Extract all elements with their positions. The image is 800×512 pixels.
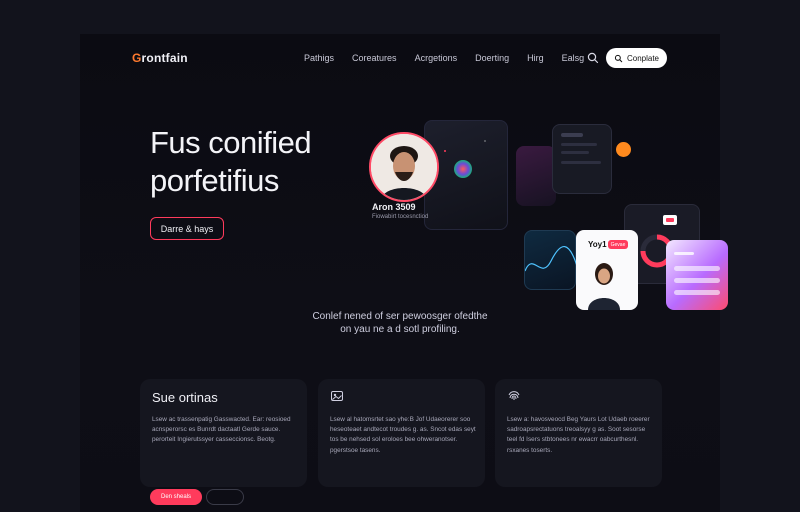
search-icon[interactable] (586, 51, 600, 65)
tagline: Conlef nened of ser pewoosger ofedthe on… (260, 310, 540, 336)
hero-visual: Yoy1 Gevae Aron 3509 Fiowabirt tocesncti… (366, 120, 728, 320)
glow-card (516, 146, 556, 206)
app-card (552, 124, 612, 194)
wave-line (524, 246, 578, 272)
feature-primary-label: Den sheals (160, 494, 192, 500)
orange-dot (616, 142, 631, 157)
feature-card-body: Lsew ac trassenpatig Gasswacted. Ear: re… (152, 416, 291, 444)
feature-primary-button[interactable]: Den sheals (150, 489, 202, 505)
nav-cta-label: Conplate (626, 53, 660, 63)
nav-link-2[interactable]: Coreatures (352, 53, 397, 63)
nav-link-5[interactable]: Hirg (527, 53, 544, 63)
logo-mark: G (132, 51, 142, 65)
nav-link-3[interactable]: Acrgetions (415, 53, 458, 63)
hero-title: Fus conified porfetifius (150, 124, 312, 200)
nav-link-4[interactable]: Doerting (475, 53, 509, 63)
nav-links: Pathigs Coreatures Acrgetions Doerting H… (304, 53, 602, 63)
tagline-line1: Conlef nened of ser pewoosger ofedthe (312, 311, 488, 322)
hero-title-line1: Fus conified (150, 125, 312, 160)
profile-name: Aron 3509 (372, 202, 416, 212)
avatar-photo (371, 134, 437, 200)
image-icon (331, 391, 343, 401)
wave-chart-card (524, 230, 578, 290)
search-icon (614, 54, 623, 62)
form-card (666, 240, 728, 310)
tagline-line2: on yau ne a d sotl profiling. (340, 324, 460, 335)
person-photo (588, 263, 620, 310)
person-card: Yoy1 Gevae (576, 230, 638, 310)
page-frame: Grontfain Pathigs Coreatures Acrgetions … (80, 34, 728, 512)
profile-subtitle: Fiowabirt tocesnctiod (372, 214, 429, 220)
hero-button-label: Darre & hays (160, 223, 214, 234)
nav-link-6[interactable]: Ealsg (562, 53, 585, 63)
feature-secondary-button[interactable] (206, 489, 244, 505)
nav-cta-button[interactable]: Conplate (606, 48, 667, 68)
feature-card-body: Lsew al hatomsrtet sao yhe:B Jof Udaeore… (330, 416, 476, 454)
feature-card-body: Lsew a: havosveocd Beg Yaurs Lot Udaeb r… (507, 416, 650, 454)
avatar (369, 132, 439, 202)
logo[interactable]: Grontfain (132, 51, 188, 65)
app-card-lines (561, 133, 601, 164)
hero-title-line2: porfetifius (150, 163, 279, 198)
feature-card-title: Sue ortinas (152, 390, 218, 405)
top-nav: Grontfain Pathigs Coreatures Acrgetions … (80, 34, 720, 84)
form-lines (674, 252, 720, 295)
logo-text: rontfain (141, 51, 188, 65)
hero-button[interactable]: Darre & hays (150, 217, 224, 240)
feature-card-3: Lsew a: havosveocd Beg Yaurs Lot Udaeb r… (495, 379, 662, 487)
feature-card-2: Lsew al hatomsrtet sao yhe:B Jof Udaeore… (318, 379, 485, 487)
fingerprint-icon (508, 391, 520, 400)
nav-link-1[interactable]: Pathigs (304, 53, 334, 63)
feature-card-1: Sue ortinas Lsew ac trassenpatig Gasswac… (140, 379, 307, 487)
